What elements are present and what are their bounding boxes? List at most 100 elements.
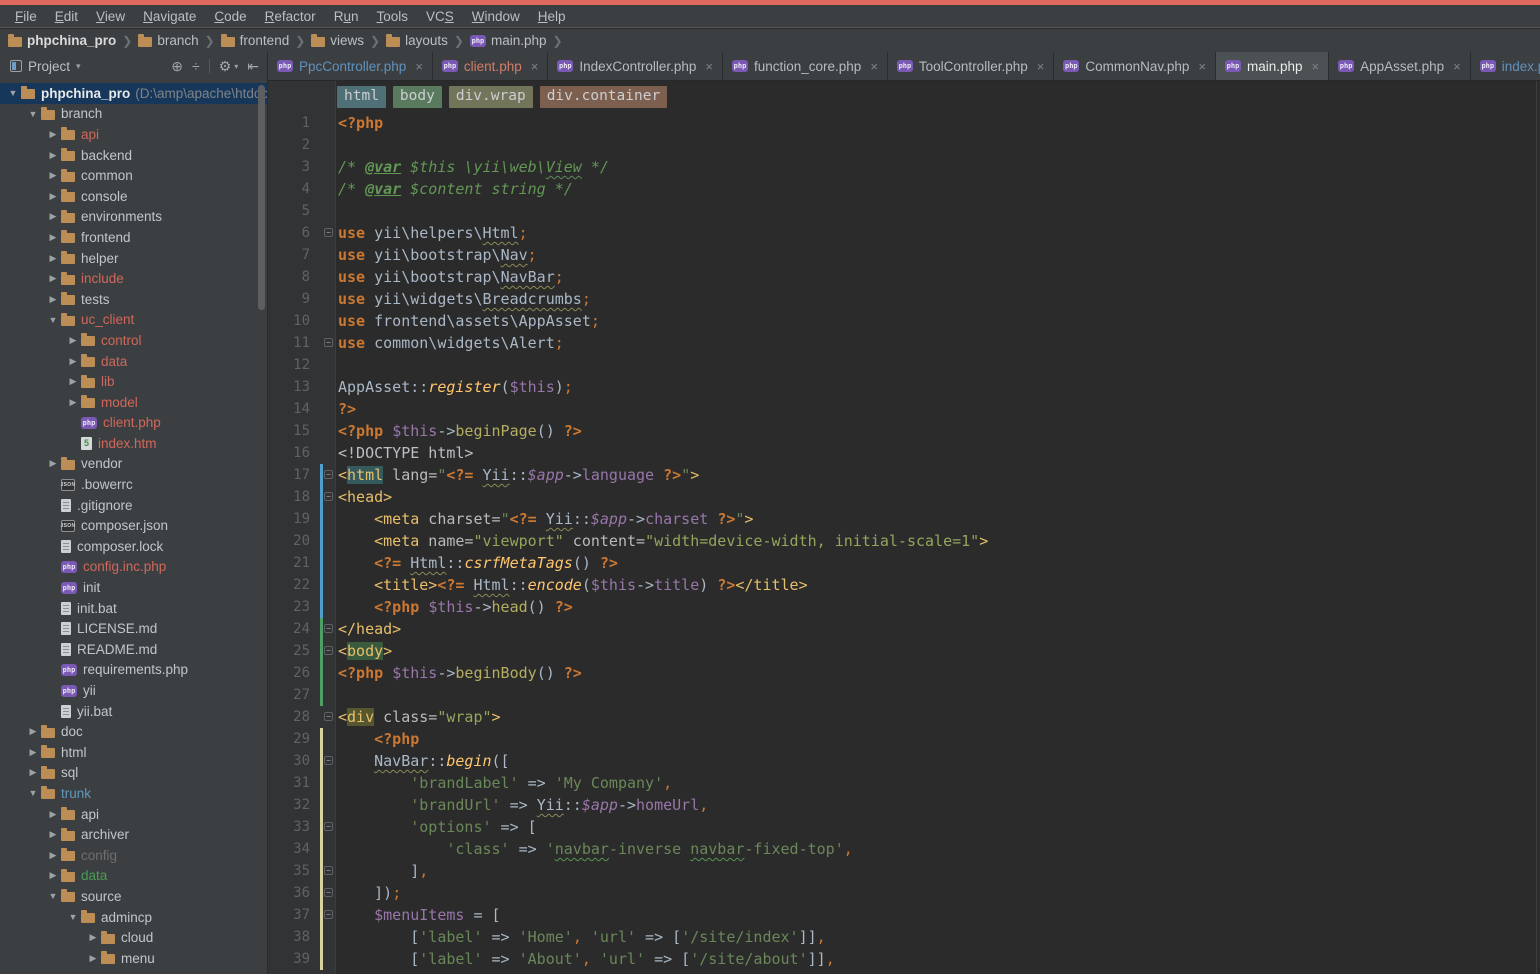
tree-row-data[interactable]: ▶ data <box>0 351 267 372</box>
tree-collapse-icon[interactable]: ▶ <box>45 829 61 840</box>
tree-row-init[interactable]: init <box>0 577 267 598</box>
tree-collapse-icon[interactable]: ▶ <box>85 953 101 964</box>
close-icon[interactable]: × <box>415 59 423 74</box>
tree-collapse-icon[interactable]: ▶ <box>65 335 81 346</box>
close-icon[interactable]: × <box>870 59 878 74</box>
fold-marker-icon[interactable]: − <box>324 338 333 347</box>
code-line-20[interactable]: 20 <meta name="viewport" content="width=… <box>268 530 1535 552</box>
hide-panel-icon[interactable]: ⇤ <box>247 59 259 73</box>
menu-item-vcs[interactable]: VCS <box>417 9 463 24</box>
tag-breadcrumb-div.wrap[interactable]: div.wrap <box>448 86 533 108</box>
tag-breadcrumb-div.container[interactable]: div.container <box>539 86 668 108</box>
code-line-35[interactable]: 35 − ], <box>268 860 1535 882</box>
tree-expand-icon[interactable]: ▼ <box>5 88 21 98</box>
code-line-26[interactable]: 26 <?php $this->beginBody() ?> <box>268 662 1535 684</box>
menu-item-code[interactable]: Code <box>205 9 255 24</box>
tree-collapse-icon[interactable]: ▶ <box>45 253 61 264</box>
tree-row-config[interactable]: ▶ config <box>0 845 267 866</box>
code-line-24[interactable]: 24 − </head> <box>268 618 1535 640</box>
tag-breadcrumb-html[interactable]: html <box>337 86 386 108</box>
code-line-15[interactable]: 15 <?php $this->beginPage() ?> <box>268 420 1535 442</box>
code-line-3[interactable]: 3 /* @var $this \yii\web\View */ <box>268 156 1535 178</box>
menu-item-tools[interactable]: Tools <box>367 9 417 24</box>
tab-ToolController.php[interactable]: ToolController.php × <box>888 52 1055 80</box>
code-line-14[interactable]: 14 ?> <box>268 398 1535 420</box>
code-line-39[interactable]: 39 ['label' => 'About', 'url' => ['/site… <box>268 948 1535 970</box>
code-line-33[interactable]: 33 − 'options' => [ <box>268 816 1535 838</box>
tree-collapse-icon[interactable]: ▶ <box>45 150 61 161</box>
tree-row-api[interactable]: ▶ api <box>0 124 267 145</box>
tree-collapse-icon[interactable]: ▶ <box>45 191 61 202</box>
tree-row-client.php[interactable]: client.php <box>0 413 267 434</box>
tree-row-init.bat[interactable]: init.bat <box>0 598 267 619</box>
code-line-32[interactable]: 32 'brandUrl' => Yii::$app->homeUrl, <box>268 794 1535 816</box>
tree-row-vendor[interactable]: ▶ vendor <box>0 454 267 475</box>
tree-row-composer.json[interactable]: composer.json <box>0 515 267 536</box>
tree-row-source[interactable]: ▼ source <box>0 886 267 907</box>
tree-row-uc_client[interactable]: ▼ uc_client <box>0 310 267 331</box>
tree-collapse-icon[interactable]: ▶ <box>25 726 41 737</box>
tree-row-phpchina_pro[interactable]: ▼ phpchina_pro (D:\amp\apache\htdoc <box>0 83 267 104</box>
tab-PpcController.php[interactable]: PpcController.php × <box>268 52 433 80</box>
tree-collapse-icon[interactable]: ▶ <box>45 273 61 284</box>
tree-collapse-icon[interactable]: ▶ <box>45 809 61 820</box>
code-line-9[interactable]: 9 use yii\widgets\Breadcrumbs; <box>268 288 1535 310</box>
tree-row-api[interactable]: ▶ api <box>0 804 267 825</box>
tree-row-trunk[interactable]: ▼ trunk <box>0 783 267 804</box>
tab-CommonNav.php[interactable]: CommonNav.php × <box>1054 52 1216 80</box>
tree-row-requirements.php[interactable]: requirements.php <box>0 660 267 681</box>
code-line-29[interactable]: 29 <?php <box>268 728 1535 750</box>
tree-row-control[interactable]: ▶ control <box>0 330 267 351</box>
menu-item-window[interactable]: Window <box>463 9 529 24</box>
code-line-13[interactable]: 13 AppAsset::register($this); <box>268 376 1535 398</box>
project-tree-scrollbar[interactable] <box>258 85 265 310</box>
tree-row-branch[interactable]: ▼ branch <box>0 104 267 125</box>
tree-row-archiver[interactable]: ▶ archiver <box>0 824 267 845</box>
tree-row-console[interactable]: ▶ console <box>0 186 267 207</box>
fold-marker-icon[interactable]: − <box>324 492 333 501</box>
code-line-6[interactable]: 6 − use yii\helpers\Html; <box>268 222 1535 244</box>
tree-collapse-icon[interactable]: ▶ <box>45 294 61 305</box>
code-line-22[interactable]: 22 <title><?= Html::encode($this->title)… <box>268 574 1535 596</box>
tab-IndexController.php[interactable]: IndexController.php × <box>548 52 723 80</box>
tree-row-tests[interactable]: ▶ tests <box>0 289 267 310</box>
code-line-38[interactable]: 38 ['label' => 'Home', 'url' => ['/site/… <box>268 926 1535 948</box>
code-line-31[interactable]: 31 'brandLabel' => 'My Company', <box>268 772 1535 794</box>
tree-row-.bowerrc[interactable]: .bowerrc <box>0 474 267 495</box>
close-icon[interactable]: × <box>531 59 539 74</box>
code-line-10[interactable]: 10 use frontend\assets\AppAsset; <box>268 310 1535 332</box>
tree-collapse-icon[interactable]: ▶ <box>25 747 41 758</box>
close-icon[interactable]: × <box>1312 59 1320 74</box>
menu-item-refactor[interactable]: Refactor <box>256 9 325 24</box>
tag-breadcrumb-body[interactable]: body <box>392 86 442 108</box>
tree-row-frontend[interactable]: ▶ frontend <box>0 227 267 248</box>
tree-row-model[interactable]: ▶ model <box>0 392 267 413</box>
tree-row-backend[interactable]: ▶ backend <box>0 145 267 166</box>
tree-row-admincp[interactable]: ▼ admincp <box>0 907 267 928</box>
close-icon[interactable]: × <box>705 59 713 74</box>
close-icon[interactable]: × <box>1453 59 1461 74</box>
tree-row-include[interactable]: ▶ include <box>0 268 267 289</box>
close-icon[interactable]: × <box>1037 59 1045 74</box>
menu-item-help[interactable]: Help <box>529 9 575 24</box>
fold-marker-icon[interactable]: − <box>324 910 333 919</box>
code-line-5[interactable]: 5 <box>268 200 1535 222</box>
code-line-19[interactable]: 19 <meta charset="<?= Yii::$app->charset… <box>268 508 1535 530</box>
tree-collapse-icon[interactable]: ▶ <box>45 870 61 881</box>
code-line-21[interactable]: 21 <?= Html::csrfMetaTags() ?> <box>268 552 1535 574</box>
code-line-25[interactable]: 25 − <body> <box>268 640 1535 662</box>
code-line-36[interactable]: 36 − ]); <box>268 882 1535 904</box>
tree-row-README.md[interactable]: README.md <box>0 639 267 660</box>
tree-row-LICENSE.md[interactable]: LICENSE.md <box>0 618 267 639</box>
breadcrumb-item-layouts[interactable]: layouts <box>386 33 448 48</box>
tree-row-lib[interactable]: ▶ lib <box>0 371 267 392</box>
locate-icon[interactable]: ⊕ <box>171 59 183 73</box>
code-line-11[interactable]: 11 − use common\widgets\Alert; <box>268 332 1535 354</box>
tree-row-composer.lock[interactable]: composer.lock <box>0 536 267 557</box>
breadcrumb-item-branch[interactable]: branch <box>138 33 199 48</box>
tree-expand-icon[interactable]: ▼ <box>65 912 81 922</box>
code-line-4[interactable]: 4 /* @var $content string */ <box>268 178 1535 200</box>
tree-collapse-icon[interactable]: ▶ <box>25 767 41 778</box>
code-line-30[interactable]: 30 − NavBar::begin([ <box>268 750 1535 772</box>
tree-expand-icon[interactable]: ▼ <box>25 788 41 798</box>
